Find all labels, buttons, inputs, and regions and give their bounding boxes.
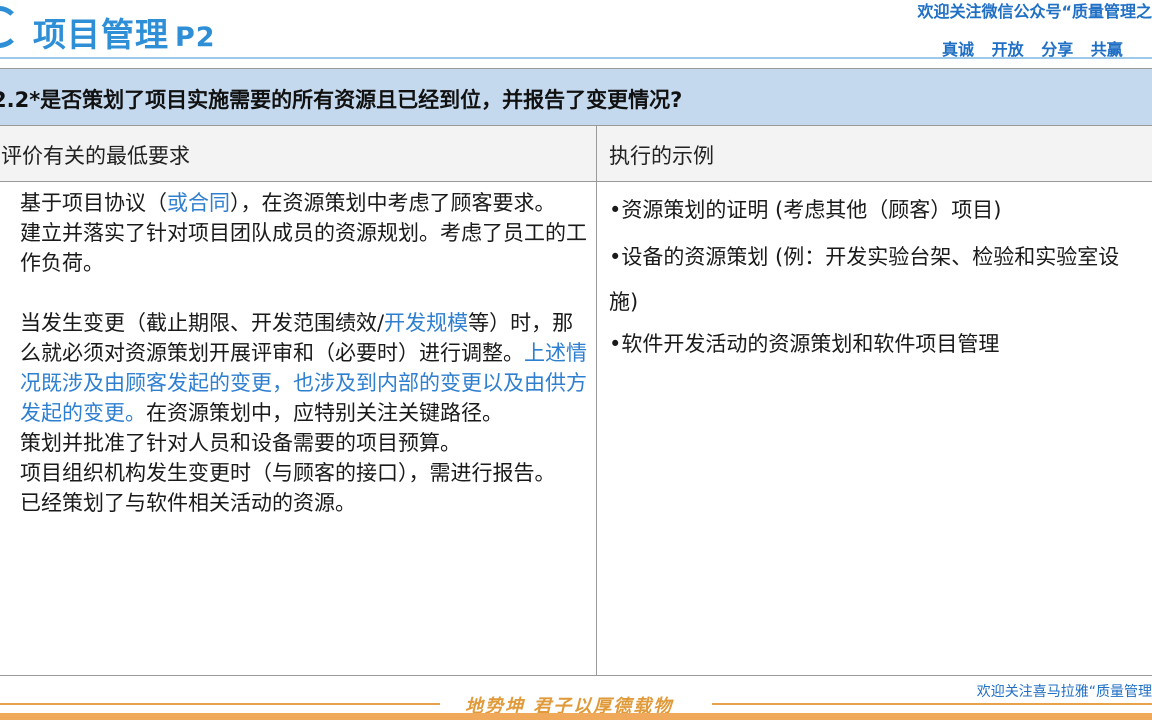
left-column-header: 与评价有关的最低要求 <box>0 144 190 168</box>
example-item: •设备的资源策划 (例：开发实验台架、检验和实验室设施) <box>609 245 1120 314</box>
requirements-table: 2.2*是否策划了项目实施需要的所有资源且已经到位，并报告了变更情况? 与评价有… <box>0 68 1152 676</box>
logo-icon <box>0 6 20 48</box>
requirement-item: 基于项目协议（或合同），在资源策划中考虑了顾客要求。 <box>20 188 592 218</box>
minimum-requirements-cell: 基于项目协议（或合同），在资源策划中考虑了顾客要求。 建立并落实了针对项目团队成… <box>20 188 592 518</box>
footer-line-right <box>712 703 1152 705</box>
right-column-header: 执行的示例 <box>609 144 714 168</box>
example-item: •软件开发活动的资源策划和软件项目管理 <box>609 332 1000 356</box>
highlight-text: 开发规模 <box>384 311 469 335</box>
footer-follow-text: 欢迎关注喜马拉雅“质量管理 <box>976 684 1152 700</box>
requirement-item: 当发生变更（截止期限、开发范围绩效/开发规模等）时，那么就必须对资源策划开展评审… <box>20 308 592 428</box>
requirement-text: 基于项目协议（ <box>20 191 167 215</box>
page-title: 项目管理 P2 <box>33 8 216 56</box>
requirement-item: 项目组织机构发生变更时（与顾客的接口），需进行报告。 <box>20 461 556 485</box>
requirement-item: 已经策划了与软件相关活动的资源。 <box>20 491 356 515</box>
footer-bar <box>0 713 1152 720</box>
header-divider <box>0 57 1152 59</box>
question-text: 2.2*是否策划了项目实施需要的所有资源且已经到位，并报告了变更情况? <box>0 88 683 112</box>
page-number-label: P2 <box>175 22 216 53</box>
page-title-text: 项目管理 <box>33 15 169 54</box>
example-item: •资源策划的证明 (考虑其他（顾客）项目) <box>609 198 1002 222</box>
requirement-text: ），在资源策划中考虑了顾客要求。 <box>230 191 556 215</box>
table-bottom-border <box>0 675 1152 676</box>
requirement-item: 建立并落实了针对项目团队成员的资源规划。考虑了员工的工作负荷。 <box>20 221 587 275</box>
requirement-item: 策划并批准了针对人员和设备需要的项目预算。 <box>20 431 461 455</box>
column-header-row: 与评价有关的最低要求 执行的示例 <box>0 126 1152 182</box>
column-divider <box>596 126 597 676</box>
footer-line-left <box>0 703 440 705</box>
question-row: 2.2*是否策划了项目实施需要的所有资源且已经到位，并报告了变更情况? <box>0 69 1152 126</box>
requirement-text: 在资源策划中，应特别关注关键路径。 <box>146 401 503 425</box>
examples-cell: •资源策划的证明 (考虑其他（顾客）项目) •设备的资源策划 (例：开发实验台架… <box>609 195 1145 375</box>
requirement-text: 当发生变更（截止期限、开发范围绩效/ <box>20 311 385 335</box>
wechat-follow-text: 欢迎关注微信公众号“质量管理之 <box>917 2 1152 21</box>
highlight-text: 或合同 <box>167 191 230 215</box>
